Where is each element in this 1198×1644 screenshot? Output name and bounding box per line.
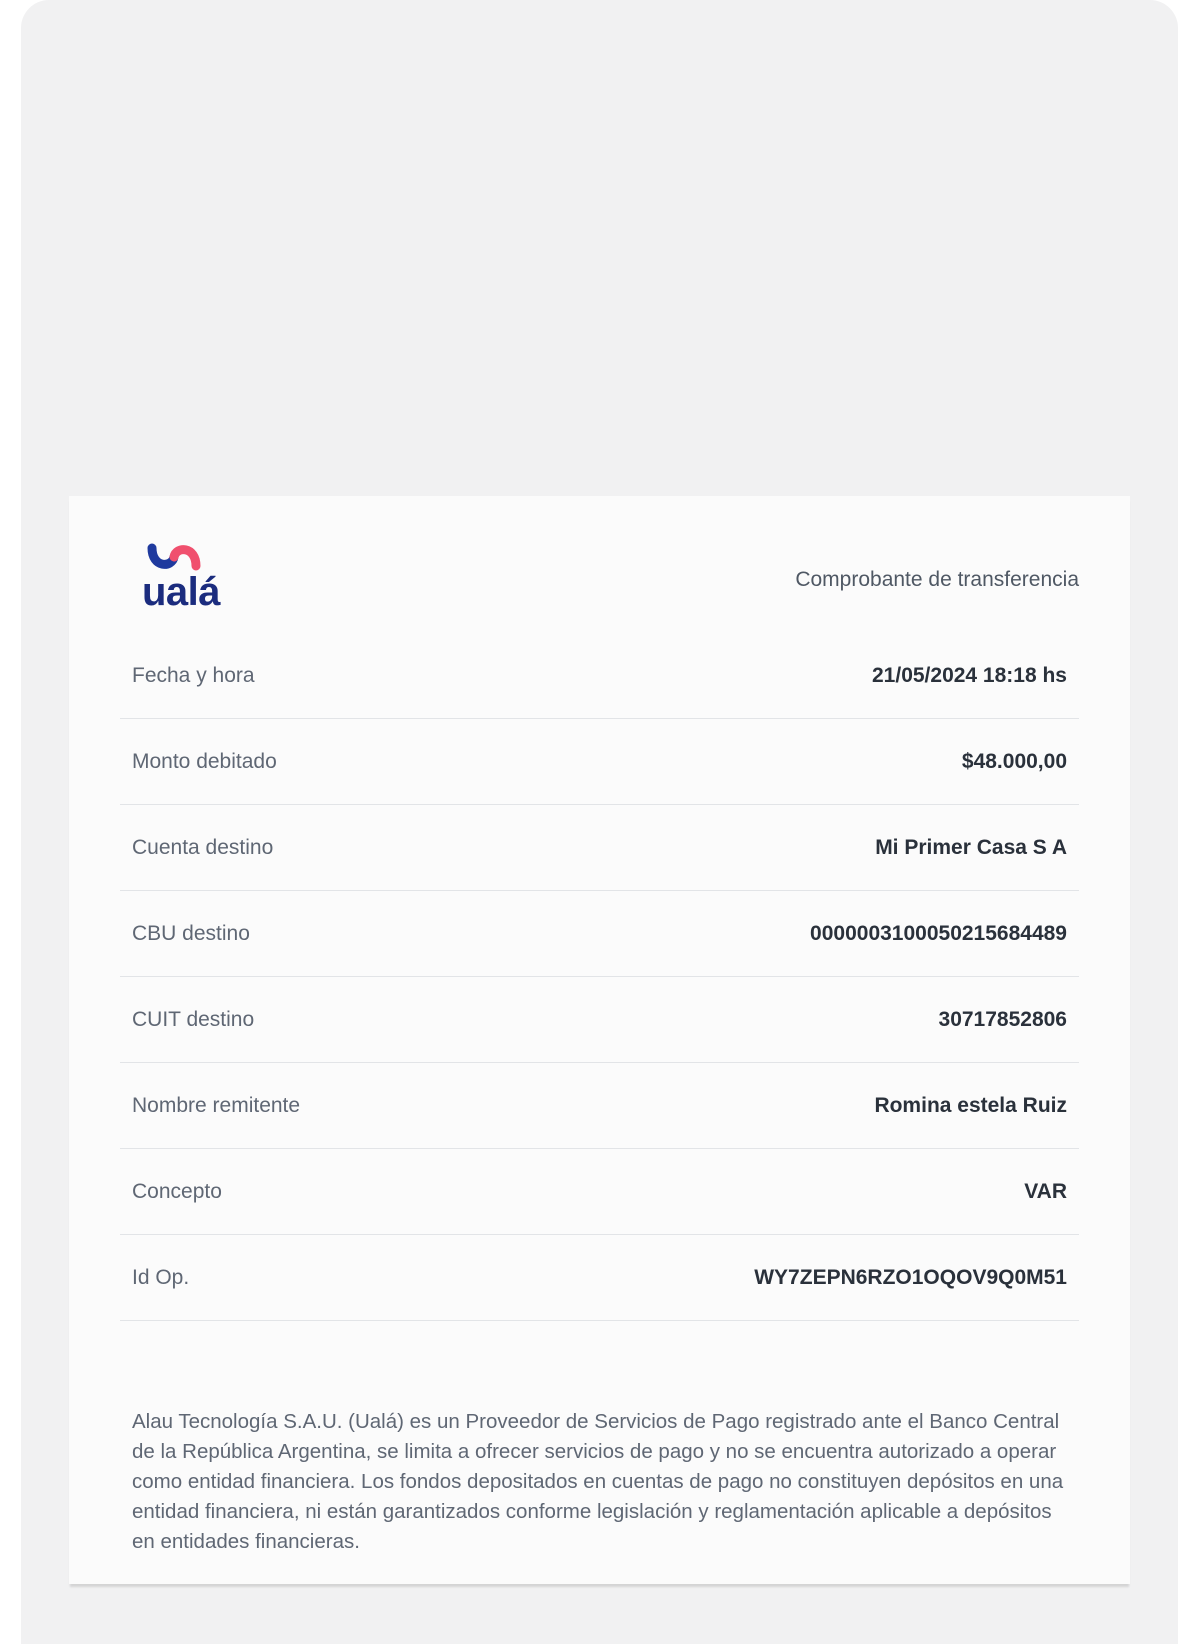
row-id-op: Id Op. WY7ZEPN6RZO1OQOV9Q0M51: [120, 1235, 1079, 1321]
row-label: Id Op.: [132, 1265, 190, 1289]
app-screen: ualá Comprobante de transferencia Fecha …: [21, 0, 1178, 1644]
row-cuenta-destino: Cuenta destino Mi Primer Casa S A: [120, 805, 1079, 891]
row-value: Romina estela Ruiz: [874, 1093, 1067, 1117]
row-cbu-destino: CBU destino 0000003100050215684489: [120, 891, 1079, 977]
transfer-receipt: ualá Comprobante de transferencia Fecha …: [69, 496, 1130, 1584]
row-monto-debitado: Monto debitado $48.000,00: [120, 719, 1079, 805]
row-value: 0000003100050215684489: [810, 921, 1067, 945]
receipt-title: Comprobante de transferencia: [795, 568, 1079, 591]
row-concepto: Concepto VAR: [120, 1149, 1079, 1235]
wave-icon: [147, 543, 201, 571]
row-cuit-destino: CUIT destino 30717852806: [120, 977, 1079, 1063]
row-value: WY7ZEPN6RZO1OQOV9Q0M51: [754, 1265, 1067, 1289]
row-label: Cuenta destino: [132, 835, 274, 859]
row-label: Concepto: [132, 1179, 222, 1203]
uala-logo: ualá: [142, 542, 242, 614]
row-value: $48.000,00: [961, 749, 1067, 773]
row-fecha-hora: Fecha y hora 21/05/2024 18:18 hs: [120, 633, 1079, 719]
row-label: Fecha y hora: [132, 663, 255, 687]
row-value: VAR: [1024, 1179, 1067, 1203]
row-label: Monto debitado: [132, 749, 277, 773]
row-label: Nombre remitente: [132, 1093, 301, 1117]
row-value: Mi Primer Casa S A: [875, 835, 1067, 859]
uala-wordmark: ualá: [142, 570, 221, 614]
row-label: CBU destino: [132, 921, 250, 945]
legal-disclaimer: Alau Tecnología S.A.U. (Ualá) es un Prov…: [132, 1409, 1064, 1553]
receipt-details: Fecha y hora 21/05/2024 18:18 hs Monto d…: [120, 633, 1079, 1321]
row-value: 30717852806: [938, 1007, 1067, 1031]
row-label: CUIT destino: [132, 1007, 255, 1031]
row-value: 21/05/2024 18:18 hs: [872, 663, 1067, 687]
row-nombre-remitente: Nombre remitente Romina estela Ruiz: [120, 1063, 1079, 1149]
